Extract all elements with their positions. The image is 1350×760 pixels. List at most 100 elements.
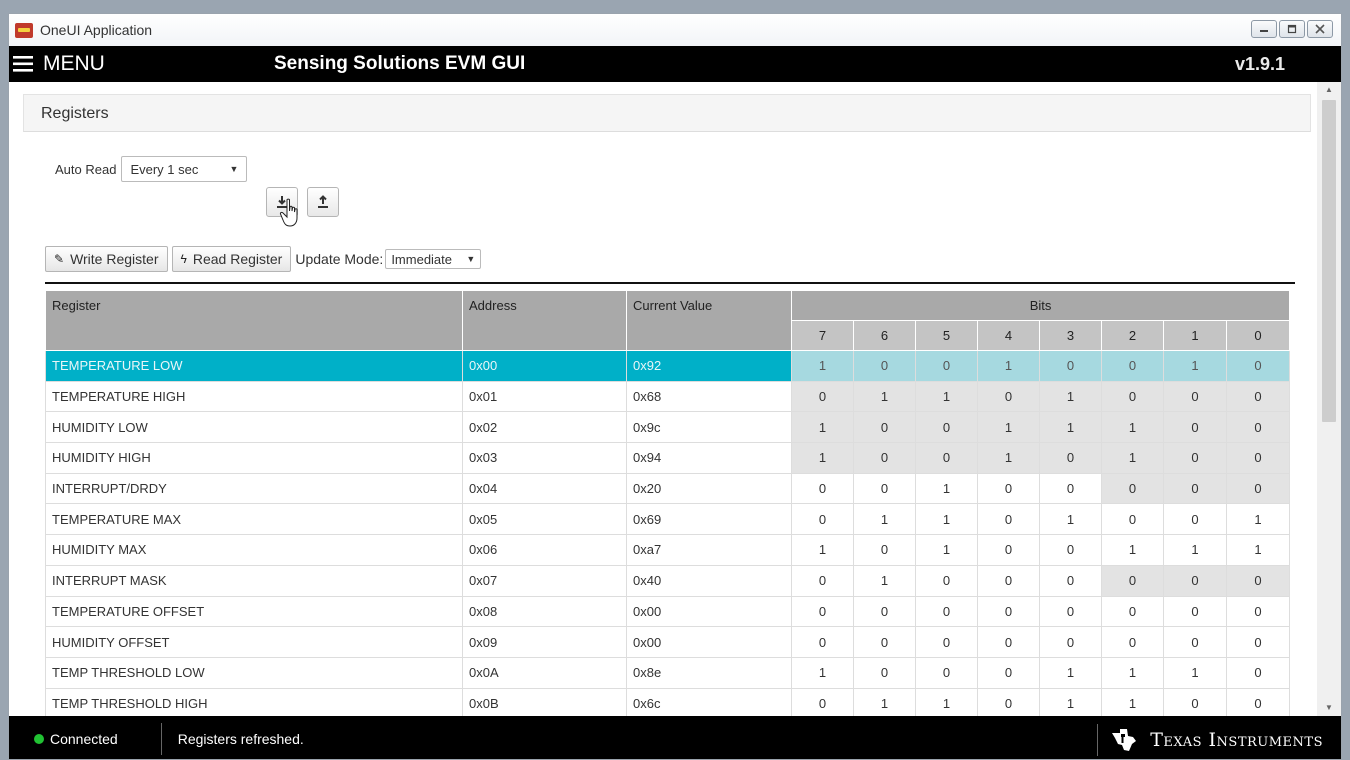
bit-cell[interactable]: 0: [1039, 595, 1102, 628]
scroll-down-icon[interactable]: ▼: [1317, 700, 1341, 716]
register-column-header[interactable]: Register: [45, 290, 463, 351]
register-name-cell[interactable]: INTERRUPT MASK: [45, 564, 463, 597]
register-name-cell[interactable]: TEMPERATURE HIGH: [45, 380, 463, 413]
bit-cell[interactable]: 0: [853, 534, 916, 566]
bit-cell[interactable]: 0: [853, 626, 916, 658]
bit-cell[interactable]: 0: [1225, 626, 1291, 658]
bit-cell[interactable]: 1: [1101, 656, 1164, 689]
register-address-cell[interactable]: 0x00: [462, 350, 627, 382]
bit-cell[interactable]: 0: [791, 472, 854, 505]
vertical-scrollbar[interactable]: ▲ ▼: [1317, 82, 1341, 716]
bit-cell[interactable]: 0: [915, 595, 978, 628]
bit-cell[interactable]: 0: [977, 503, 1040, 536]
bit-cell[interactable]: 1: [1225, 534, 1291, 566]
bit-cell[interactable]: 1: [915, 534, 978, 566]
register-address-cell[interactable]: 0x01: [462, 380, 627, 413]
register-name-cell[interactable]: HUMIDITY MAX: [45, 534, 463, 566]
bit-cell[interactable]: 0: [977, 472, 1040, 505]
bit-cell[interactable]: 0: [915, 626, 978, 658]
bit-cell[interactable]: 0: [1101, 626, 1164, 658]
register-name-cell[interactable]: HUMIDITY LOW: [45, 411, 463, 444]
write-register-button[interactable]: ✎ Write Register: [45, 246, 168, 272]
bit-cell[interactable]: 0: [915, 564, 978, 597]
register-address-cell[interactable]: 0x09: [462, 626, 627, 658]
register-name-cell[interactable]: TEMPERATURE MAX: [45, 503, 463, 536]
bit-cell[interactable]: 1: [853, 564, 916, 597]
bit-cell[interactable]: 0: [853, 472, 916, 505]
bit-cell[interactable]: 0: [791, 687, 854, 716]
register-name-cell[interactable]: TEMP THRESHOLD LOW: [45, 656, 463, 689]
register-value-cell[interactable]: 0x00: [626, 626, 792, 658]
register-address-cell[interactable]: 0x04: [462, 472, 627, 505]
bit-cell[interactable]: 0: [791, 503, 854, 536]
save-registers-button[interactable]: [307, 187, 339, 217]
register-address-cell[interactable]: 0x08: [462, 595, 627, 628]
close-button[interactable]: [1307, 20, 1333, 38]
register-name-cell[interactable]: INTERRUPT/DRDY: [45, 472, 463, 505]
table-row[interactable]: HUMIDITY LOW 0x02 0x9c 1 0 0 1 1 1 0 0: [45, 411, 1291, 444]
register-name-cell[interactable]: HUMIDITY HIGH: [45, 442, 463, 474]
bit-cell[interactable]: 1: [915, 472, 978, 505]
bit-cell[interactable]: 0: [915, 656, 978, 689]
current-value-column-header[interactable]: Current Value: [626, 290, 792, 351]
bit-cell[interactable]: 0: [1163, 595, 1227, 628]
bit-cell[interactable]: 1: [1039, 656, 1102, 689]
bit-cell[interactable]: 1: [1039, 503, 1102, 536]
register-value-cell[interactable]: 0x69: [626, 503, 792, 536]
table-row[interactable]: TEMP THRESHOLD LOW 0x0A 0x8e 1 0 0 0 1 1 1 0: [45, 656, 1291, 689]
bit-cell[interactable]: 0: [977, 534, 1040, 566]
register-address-cell[interactable]: 0x0B: [462, 687, 627, 716]
bit-cell[interactable]: 0: [1225, 687, 1291, 716]
bit-cell[interactable]: 1: [1225, 503, 1291, 536]
update-mode-select[interactable]: Immediate ▼: [385, 249, 482, 269]
table-row[interactable]: TEMPERATURE MAX 0x05 0x69 0 1 1 0 1 0 0 1: [45, 503, 1291, 536]
bit-cell[interactable]: 0: [791, 595, 854, 628]
bit-cell[interactable]: 1: [1163, 534, 1227, 566]
register-name-cell[interactable]: TEMP THRESHOLD HIGH: [45, 687, 463, 716]
bit-cell[interactable]: 1: [791, 534, 854, 566]
bit-cell[interactable]: 0: [977, 687, 1040, 716]
bit-cell[interactable]: 1: [1101, 534, 1164, 566]
register-value-cell[interactable]: 0x9c: [626, 411, 792, 444]
bit-cell[interactable]: 0: [977, 656, 1040, 689]
scrollbar-thumb[interactable]: [1322, 100, 1336, 422]
bit-cell[interactable]: 0: [1039, 564, 1102, 597]
auto-read-select[interactable]: Every 1 sec ▼: [121, 156, 248, 182]
register-name-cell[interactable]: HUMIDITY OFFSET: [45, 626, 463, 658]
register-value-cell[interactable]: 0x00: [626, 595, 792, 628]
bit-cell[interactable]: 1: [1163, 656, 1227, 689]
bit-cell[interactable]: 0: [1225, 595, 1291, 628]
bit-cell[interactable]: 1: [791, 656, 854, 689]
register-value-cell[interactable]: 0x6c: [626, 687, 792, 716]
register-name-cell[interactable]: TEMPERATURE LOW: [45, 350, 463, 382]
register-address-cell[interactable]: 0x05: [462, 503, 627, 536]
bit-cell[interactable]: 0: [1225, 656, 1291, 689]
restore-button[interactable]: [1279, 20, 1305, 38]
register-address-cell[interactable]: 0x06: [462, 534, 627, 566]
bit-cell[interactable]: 0: [977, 595, 1040, 628]
bit-cell[interactable]: 0: [1101, 595, 1164, 628]
bit-cell[interactable]: 0: [1039, 472, 1102, 505]
bit-cell[interactable]: 0: [791, 564, 854, 597]
register-value-cell[interactable]: 0x40: [626, 564, 792, 597]
scroll-up-icon[interactable]: ▲: [1317, 82, 1341, 98]
table-row[interactable]: TEMP THRESHOLD HIGH 0x0B 0x6c 0 1 1 0 1 1 0 0: [45, 687, 1291, 716]
register-name-cell[interactable]: TEMPERATURE OFFSET: [45, 595, 463, 628]
register-address-cell[interactable]: 0x03: [462, 442, 627, 474]
table-row[interactable]: INTERRUPT MASK 0x07 0x40 0 1 0 0 0 0 0 0: [45, 564, 1291, 597]
register-value-cell[interactable]: 0x20: [626, 472, 792, 505]
bit-cell[interactable]: 0: [977, 564, 1040, 597]
register-address-cell[interactable]: 0x0A: [462, 656, 627, 689]
bit-cell[interactable]: 0: [1039, 626, 1102, 658]
table-row[interactable]: TEMPERATURE LOW 0x00 0x92 1 0 0 1 0 0 1 0: [45, 350, 1291, 382]
bit-cell[interactable]: 0: [791, 626, 854, 658]
read-register-button[interactable]: ϟ Read Register: [171, 246, 292, 272]
bit-cell[interactable]: 0: [853, 595, 916, 628]
register-value-cell[interactable]: 0x68: [626, 380, 792, 413]
table-row[interactable]: TEMPERATURE OFFSET 0x08 0x00 0 0 0 0 0 0 0 0: [45, 595, 1291, 628]
bit-cell[interactable]: 0: [1163, 626, 1227, 658]
register-value-cell[interactable]: 0x92: [626, 350, 792, 382]
bit-cell[interactable]: 1: [915, 687, 978, 716]
register-value-cell[interactable]: 0x94: [626, 442, 792, 474]
table-row[interactable]: HUMIDITY MAX 0x06 0xa7 1 0 1 0 0 1 1 1: [45, 534, 1291, 566]
